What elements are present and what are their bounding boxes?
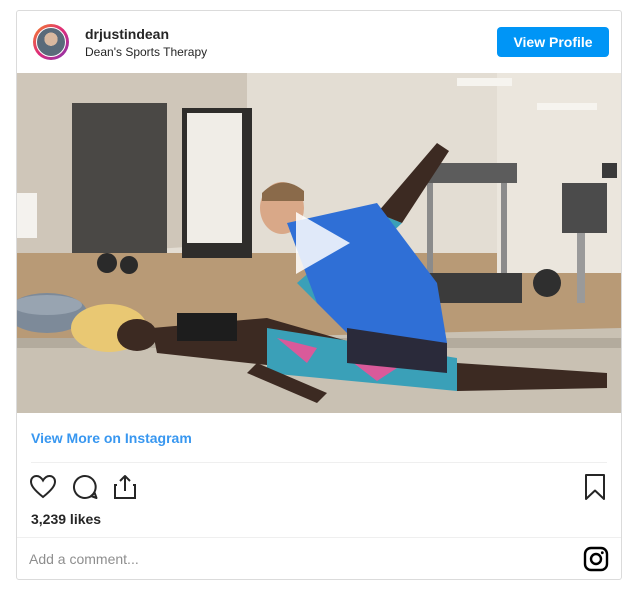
action-bar: [17, 469, 621, 503]
likes-count: 3,239 likes: [31, 511, 102, 527]
view-more-link[interactable]: View More on Instagram: [31, 430, 192, 446]
comment-input[interactable]: Add a comment...: [29, 551, 139, 567]
divider: [31, 462, 607, 463]
username[interactable]: drjustindean: [85, 26, 169, 42]
avatar-photo: [36, 27, 66, 57]
bookmark-icon[interactable]: [581, 473, 609, 501]
heart-icon[interactable]: [29, 473, 57, 501]
post-header: drjustindean Dean's Sports Therapy View …: [17, 11, 621, 73]
share-icon[interactable]: [111, 473, 139, 501]
instagram-embed-card: drjustindean Dean's Sports Therapy View …: [16, 10, 622, 580]
video-thumbnail[interactable]: [17, 73, 621, 413]
instagram-icon[interactable]: [583, 546, 609, 572]
avatar[interactable]: [33, 24, 69, 60]
play-icon[interactable]: [284, 208, 354, 278]
location-subtitle: Dean's Sports Therapy: [85, 45, 208, 59]
comment-icon[interactable]: [71, 473, 99, 501]
view-profile-button[interactable]: View Profile: [497, 27, 609, 57]
divider: [17, 537, 621, 538]
